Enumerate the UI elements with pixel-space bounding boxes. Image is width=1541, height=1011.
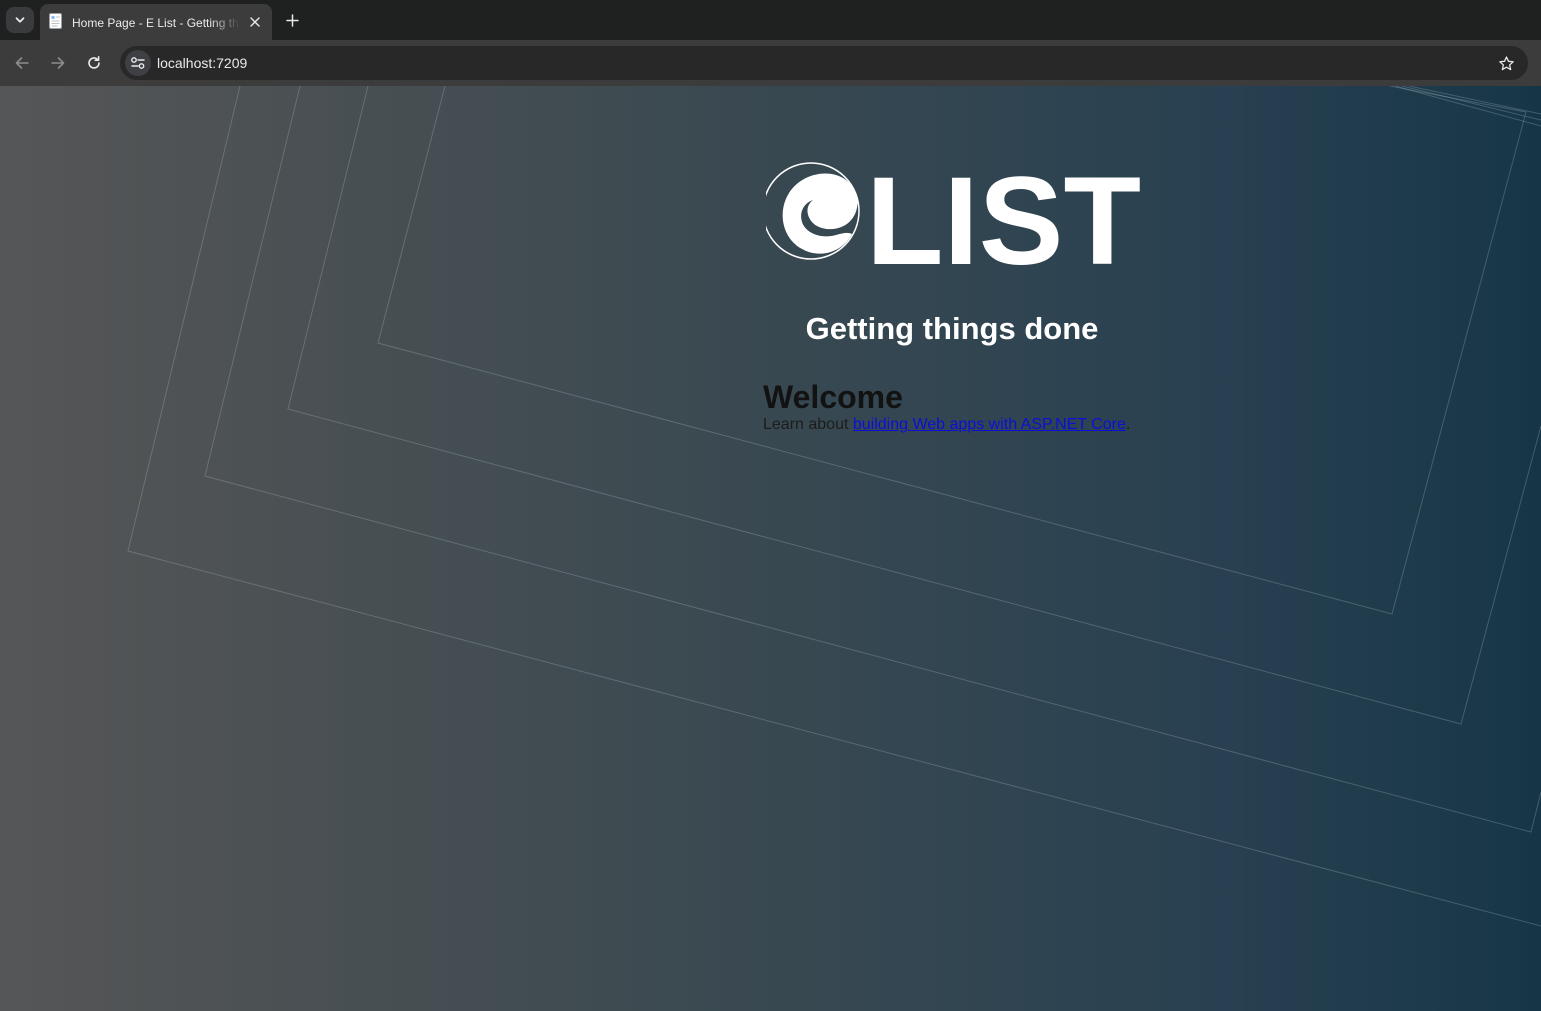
star-icon [1498,55,1514,70]
tab-title: Home Page - E List - Getting things done [72,16,240,30]
active-tab[interactable]: Home Page - E List - Getting things done [40,4,272,40]
site-info-button[interactable] [125,50,151,76]
new-tab-button[interactable] [280,8,304,32]
bookmark-button[interactable] [1496,53,1516,73]
reload-button[interactable] [80,49,108,77]
e-swirl-icon [782,173,858,254]
learn-text: Learn about building Web apps with ASP.N… [763,415,1130,435]
learn-suffix: . [1125,416,1131,433]
welcome-heading: Welcome [763,379,903,415]
reload-icon [88,56,100,69]
logo-text: LIST [866,160,1141,270]
tagline: Getting things done [805,311,1099,346]
forward-button[interactable] [44,49,72,77]
url-text[interactable]: localhost:7209 [157,54,247,72]
back-button[interactable] [8,49,36,77]
aspnet-docs-link[interactable]: building Web apps with ASP.NET Core [853,416,1126,433]
forward-arrow-icon [51,57,65,69]
tab-strip: Home Page - E List - Getting things done [0,0,1541,40]
tab-search-button[interactable] [6,7,34,33]
page-favicon-icon [49,13,62,29]
back-arrow-icon [15,57,29,69]
chevron-down-icon [15,17,25,23]
page-viewport: LIST Getting things done Welcome Learn a… [0,86,1541,1011]
close-icon [250,17,260,27]
browser-toolbar: localhost:7209 [0,40,1541,86]
tab-close-button[interactable] [245,12,265,32]
site-settings-icon [131,57,145,69]
learn-prefix: Learn about [763,416,853,433]
plus-icon [285,13,299,27]
address-bar[interactable]: localhost:7209 [120,46,1528,80]
elist-logo: LIST [766,160,1141,270]
